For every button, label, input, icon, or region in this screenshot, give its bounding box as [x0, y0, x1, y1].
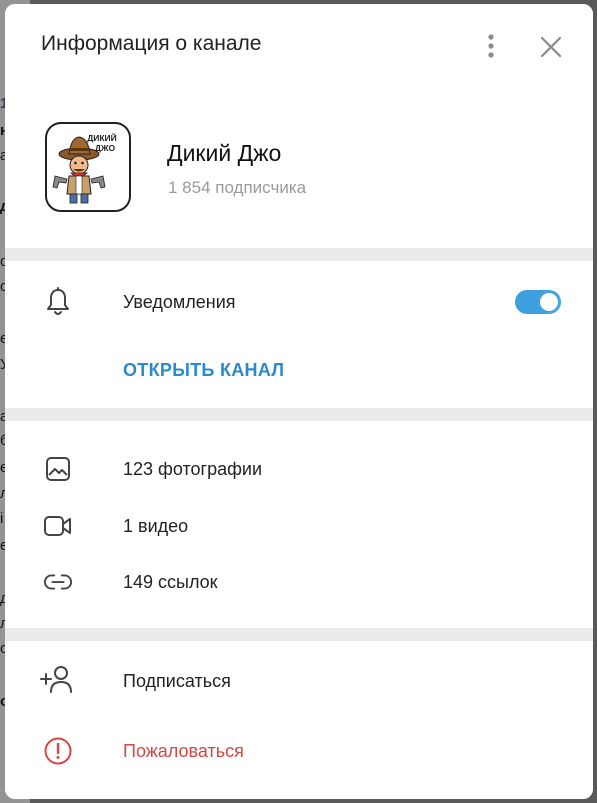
avatar-caption-1: ДИКИЙ	[87, 132, 117, 143]
alert-icon	[43, 736, 73, 766]
videos-label: 1 видео	[123, 516, 189, 536]
image-icon	[43, 454, 73, 484]
subscriber-count: 1 854 подписчика	[168, 178, 307, 197]
channel-avatar[interactable]: ДИКИЙ ДЖО	[45, 122, 131, 212]
actions-section: Подписаться Пожаловаться	[5, 641, 593, 799]
channel-info-dialog: Информация о канале ДИКИЙ ДЖО Дикий Джо …	[5, 4, 593, 799]
add-user-icon	[39, 664, 75, 694]
video-icon	[43, 511, 73, 541]
channel-name: Дикий Джо	[167, 140, 282, 166]
profile-section: Информация о канале ДИКИЙ ДЖО Дикий Джо …	[5, 4, 593, 248]
photos-label: 123 фотографии	[123, 459, 263, 479]
more-vertical-icon[interactable]	[479, 30, 503, 62]
report-label: Пожаловаться	[123, 741, 244, 761]
toggle-knob	[538, 291, 560, 313]
bell-icon	[43, 287, 73, 317]
open-channel-button[interactable]: ОТКРЫТЬ КАНАЛ	[123, 360, 284, 381]
link-icon	[43, 567, 73, 597]
notifications-section: Уведомления ОТКРЫТЬ КАНАЛ	[5, 261, 593, 408]
close-icon[interactable]	[535, 32, 567, 62]
notifications-toggle[interactable]	[515, 290, 561, 314]
dialog-title: Информация о канале	[41, 32, 262, 55]
subscribe-label: Подписаться	[123, 671, 231, 691]
media-section: 123 фотографии 1 видео 149 ссылок	[5, 421, 593, 628]
links-label: 149 ссылок	[123, 572, 218, 592]
notifications-label: Уведомления	[123, 292, 236, 312]
